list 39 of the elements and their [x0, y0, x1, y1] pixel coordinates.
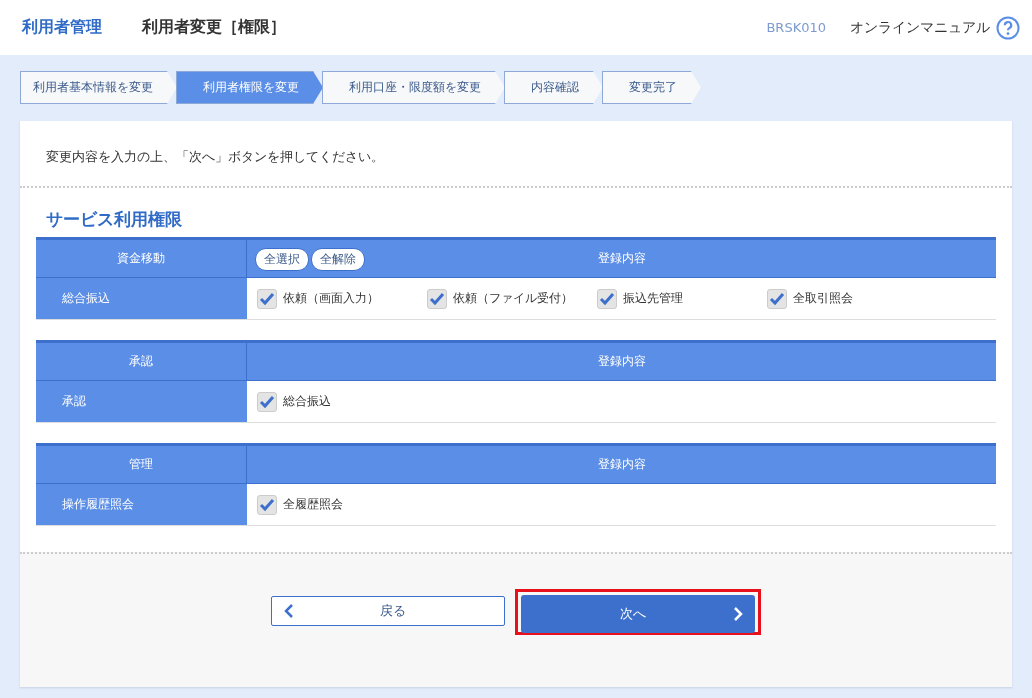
checkbox[interactable] — [597, 288, 617, 309]
table-header-cell: 資金移動 — [36, 240, 247, 277]
back-button[interactable]: 戻る — [271, 596, 505, 626]
checkbox-label: 全履歴照会 — [283, 496, 343, 513]
wizard-step: 利用者基本情報を変更 — [20, 71, 177, 104]
row-label: 操作履歴照会 — [36, 484, 247, 525]
next-button[interactable]: 次へ — [521, 595, 755, 633]
column-heading: 登録内容 — [597, 353, 646, 370]
wizard-step: 利用口座・限度額を変更 — [322, 71, 505, 104]
column-heading: 登録内容 — [597, 456, 646, 473]
checkbox[interactable] — [257, 288, 277, 309]
checkbox[interactable] — [427, 288, 447, 309]
wizard-step: 内容確認 — [504, 71, 603, 104]
table-header-cell: 承認 — [36, 343, 247, 380]
help-icon — [996, 15, 1020, 40]
clear-all-button[interactable]: 全解除 — [311, 248, 365, 271]
checkbox-label: 振込先管理 — [623, 290, 683, 307]
checkbox-label: 依頼（画面入力） — [283, 290, 379, 307]
screen-id: BRSK010 — [766, 20, 826, 35]
page-title: 利用者変更［権限］ — [142, 17, 286, 38]
checkbox[interactable] — [767, 288, 787, 309]
manual-link[interactable]: オンラインマニュアル — [850, 15, 1020, 40]
section-title: 利用者管理 — [22, 17, 102, 38]
select-all-button[interactable]: 全選択 — [255, 248, 309, 271]
checkbox[interactable] — [257, 391, 277, 412]
section-heading: サービス利用権限 — [46, 208, 183, 231]
checkbox-label: 依頼（ファイル受付） — [453, 290, 573, 307]
table-header-cell: 管理 — [36, 446, 247, 483]
column-heading: 登録内容 — [597, 250, 646, 267]
checkbox[interactable] — [257, 494, 277, 515]
checkbox-label: 全取引照会 — [793, 290, 853, 307]
wizard-step: 利用者権限を変更 — [176, 71, 323, 104]
checkbox-label: 総合振込 — [283, 393, 331, 410]
instruction-text: 変更内容を入力の上、「次へ」ボタンを押してください。 — [20, 121, 1012, 188]
chevron-right-icon — [733, 606, 743, 622]
wizard-step: 変更完了 — [602, 71, 701, 104]
row-label: 総合振込 — [36, 278, 247, 319]
chevron-left-icon — [284, 603, 294, 619]
row-label: 承認 — [36, 381, 247, 422]
